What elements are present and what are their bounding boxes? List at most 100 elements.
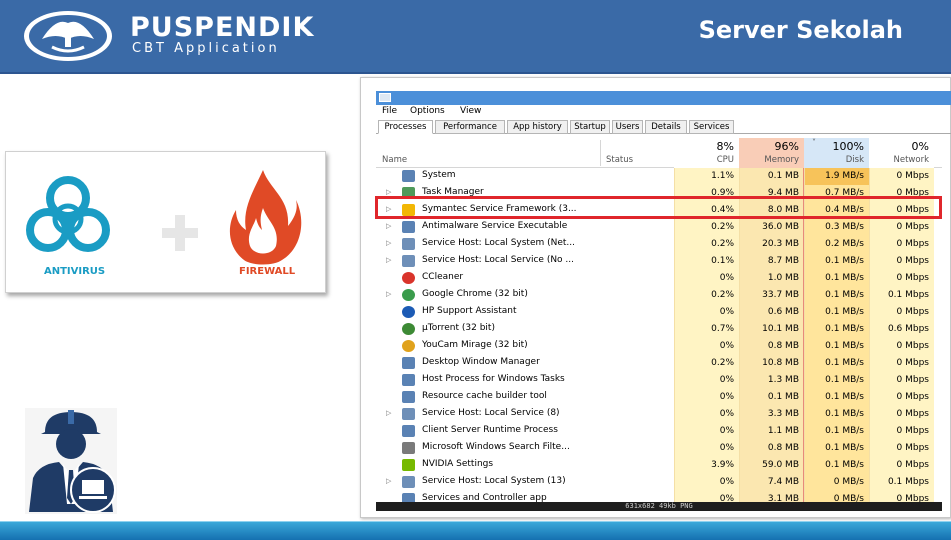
process-name: System [422,170,456,180]
memory-value: 0.8 MB [739,440,804,457]
gear-icon [402,408,415,420]
network-value: 0 Mbps [869,423,934,440]
column-header-network[interactable]: 0% Network [869,138,934,168]
cpu-value: 0% [674,423,739,440]
network-value: 0 Mbps [869,219,934,236]
firewall-label: FIREWALL [239,266,296,277]
disk-value: 0.1 MB/s [804,423,869,440]
table-row[interactable]: ▷ Google Chrome (32 bit) 0.2% 33.7 MB 0.1 MB… [376,287,942,304]
tab-services[interactable]: Services [689,120,734,134]
disk-value: 0.1 MB/s [804,355,869,372]
menu-bar: File Options View [376,105,951,119]
table-row[interactable]: NVIDIA Settings 3.9% 59.0 MB 0.1 MB/s 0 Mbps [376,457,942,474]
expand-arrow-icon[interactable]: ▷ [386,222,391,230]
flame-icon [229,170,302,265]
process-name: Client Server Runtime Process [422,425,558,435]
process-name: Service Host: Local Service (No ... [422,255,575,265]
window-icon [402,357,415,369]
highlight-box [375,196,942,219]
sort-chevron-icon: ˅ [812,138,816,147]
table-row[interactable]: YouCam Mirage (32 bit) 0% 0.8 MB 0.1 MB/s 0 … [376,338,942,355]
disk-value: 0.1 MB/s [804,406,869,423]
cpu-value: 0% [674,338,739,355]
disk-value: 0.1 MB/s [804,389,869,406]
cpu-value: 0% [674,474,739,491]
menu-options[interactable]: Options [410,106,445,116]
table-row[interactable]: Microsoft Windows Search Filte... 0% 0.8 M… [376,440,942,457]
cpu-value: 0.7% [674,321,739,338]
window-icon [402,374,415,386]
memory-value: 7.4 MB [739,474,804,491]
tab-performance[interactable]: Performance [435,120,505,134]
cpu-value: 0% [674,372,739,389]
column-header-memory[interactable]: 96% Memory [739,138,804,168]
table-row[interactable]: µTorrent (32 bit) 0.7% 10.1 MB 0.1 MB/s 0.6 … [376,321,942,338]
network-value: 0 Mbps [869,372,934,389]
memory-value: 1.1 MB [739,423,804,440]
column-header-name[interactable]: Name [382,155,407,165]
disk-value: 0 MB/s [804,474,869,491]
tut-wuri-handayani-logo [24,11,112,61]
cpu-value: 0.2% [674,287,739,304]
cpu-value: 1.1% [674,168,739,185]
table-row[interactable]: CCleaner 0% 1.0 MB 0.1 MB/s 0 Mbps [376,270,942,287]
table-row[interactable]: HP Support Assistant 0% 0.6 MB 0.1 MB/s 0 Mb… [376,304,942,321]
table-row[interactable]: Desktop Window Manager 0.2% 10.8 MB 0.1 MB/… [376,355,942,372]
column-header-disk[interactable]: ˅ 100% Disk [804,138,869,168]
cpu-value: 0.2% [674,236,739,253]
expand-arrow-icon[interactable]: ▷ [386,477,391,485]
memory-value: 0.6 MB [739,304,804,321]
process-name: Antimalware Service Executable [422,221,568,231]
cpu-value: 0.1% [674,253,739,270]
table-row[interactable]: System 1.1% 0.1 MB 1.9 MB/s 0 Mbps [376,168,942,185]
chrome-icon [402,289,415,301]
tab-users[interactable]: Users [612,120,643,134]
cpu-value: 0% [674,406,739,423]
task-manager-app-icon [379,93,391,102]
cpu-value: 0.2% [674,219,739,236]
memory-value: 36.0 MB [739,219,804,236]
disk-value: 0.1 MB/s [804,440,869,457]
menu-file[interactable]: File [382,106,397,116]
table-row[interactable]: Resource cache builder tool 0% 0.1 MB 0.1 M… [376,389,942,406]
network-value: 0.1 Mbps [869,287,934,304]
tab-app-history[interactable]: App history [507,120,568,134]
cpu-label: CPU [716,155,734,165]
disk-label: Disk [845,155,864,165]
cpu-value: 0% [674,304,739,321]
memory-value: 0.1 MB [739,168,804,185]
tab-processes[interactable]: Processes [378,120,433,134]
expand-arrow-icon[interactable]: ▷ [386,239,391,247]
ccleaner-icon [402,272,415,284]
table-row[interactable]: Host Process for Windows Tasks 0% 1.3 MB 0.… [376,372,942,389]
network-value: 0 Mbps [869,168,934,185]
table-row[interactable]: ▷ Service Host: Local System (13) 0% 7.4 MB… [376,474,942,491]
cpu-value: 0.2% [674,355,739,372]
memory-value: 0.1 MB [739,389,804,406]
tab-details[interactable]: Details [645,120,687,134]
task-manager-titlebar [376,91,951,105]
disk-value: 0.1 MB/s [804,304,869,321]
table-row[interactable]: Client Server Runtime Process 0% 1.1 MB 0.1… [376,423,942,440]
column-header-status[interactable]: Status [606,155,633,165]
column-header-cpu[interactable]: 8% CPU [674,138,739,168]
expand-arrow-icon[interactable]: ▷ [386,188,391,196]
table-row[interactable]: ▷ Service Host: Local System (Net... 0.2% 2… [376,236,942,253]
column-divider [600,140,601,166]
expand-arrow-icon[interactable]: ▷ [386,409,391,417]
help-icon [402,306,415,318]
brand-subtitle: CBT Application [132,41,280,56]
expand-arrow-icon[interactable]: ▷ [386,256,391,264]
memory-label: Memory [764,155,799,165]
table-row[interactable]: ▷ Antimalware Service Executable 0.2% 36.0 … [376,219,942,236]
tab-startup[interactable]: Startup [570,120,610,134]
process-name: Microsoft Windows Search Filte... [422,442,570,452]
brand-name: PUSPENDIK [130,12,315,43]
expand-arrow-icon[interactable]: ▷ [386,290,391,298]
process-name: Host Process for Windows Tasks [422,374,565,384]
table-row[interactable]: ▷ Service Host: Local Service (8) 0% 3.3 MB… [376,406,942,423]
table-row[interactable]: ▷ Service Host: Local Service (No ... 0.1%… [376,253,942,270]
menu-view[interactable]: View [460,106,481,116]
process-name: Service Host: Local Service (8) [422,408,560,418]
memory-value: 10.8 MB [739,355,804,372]
